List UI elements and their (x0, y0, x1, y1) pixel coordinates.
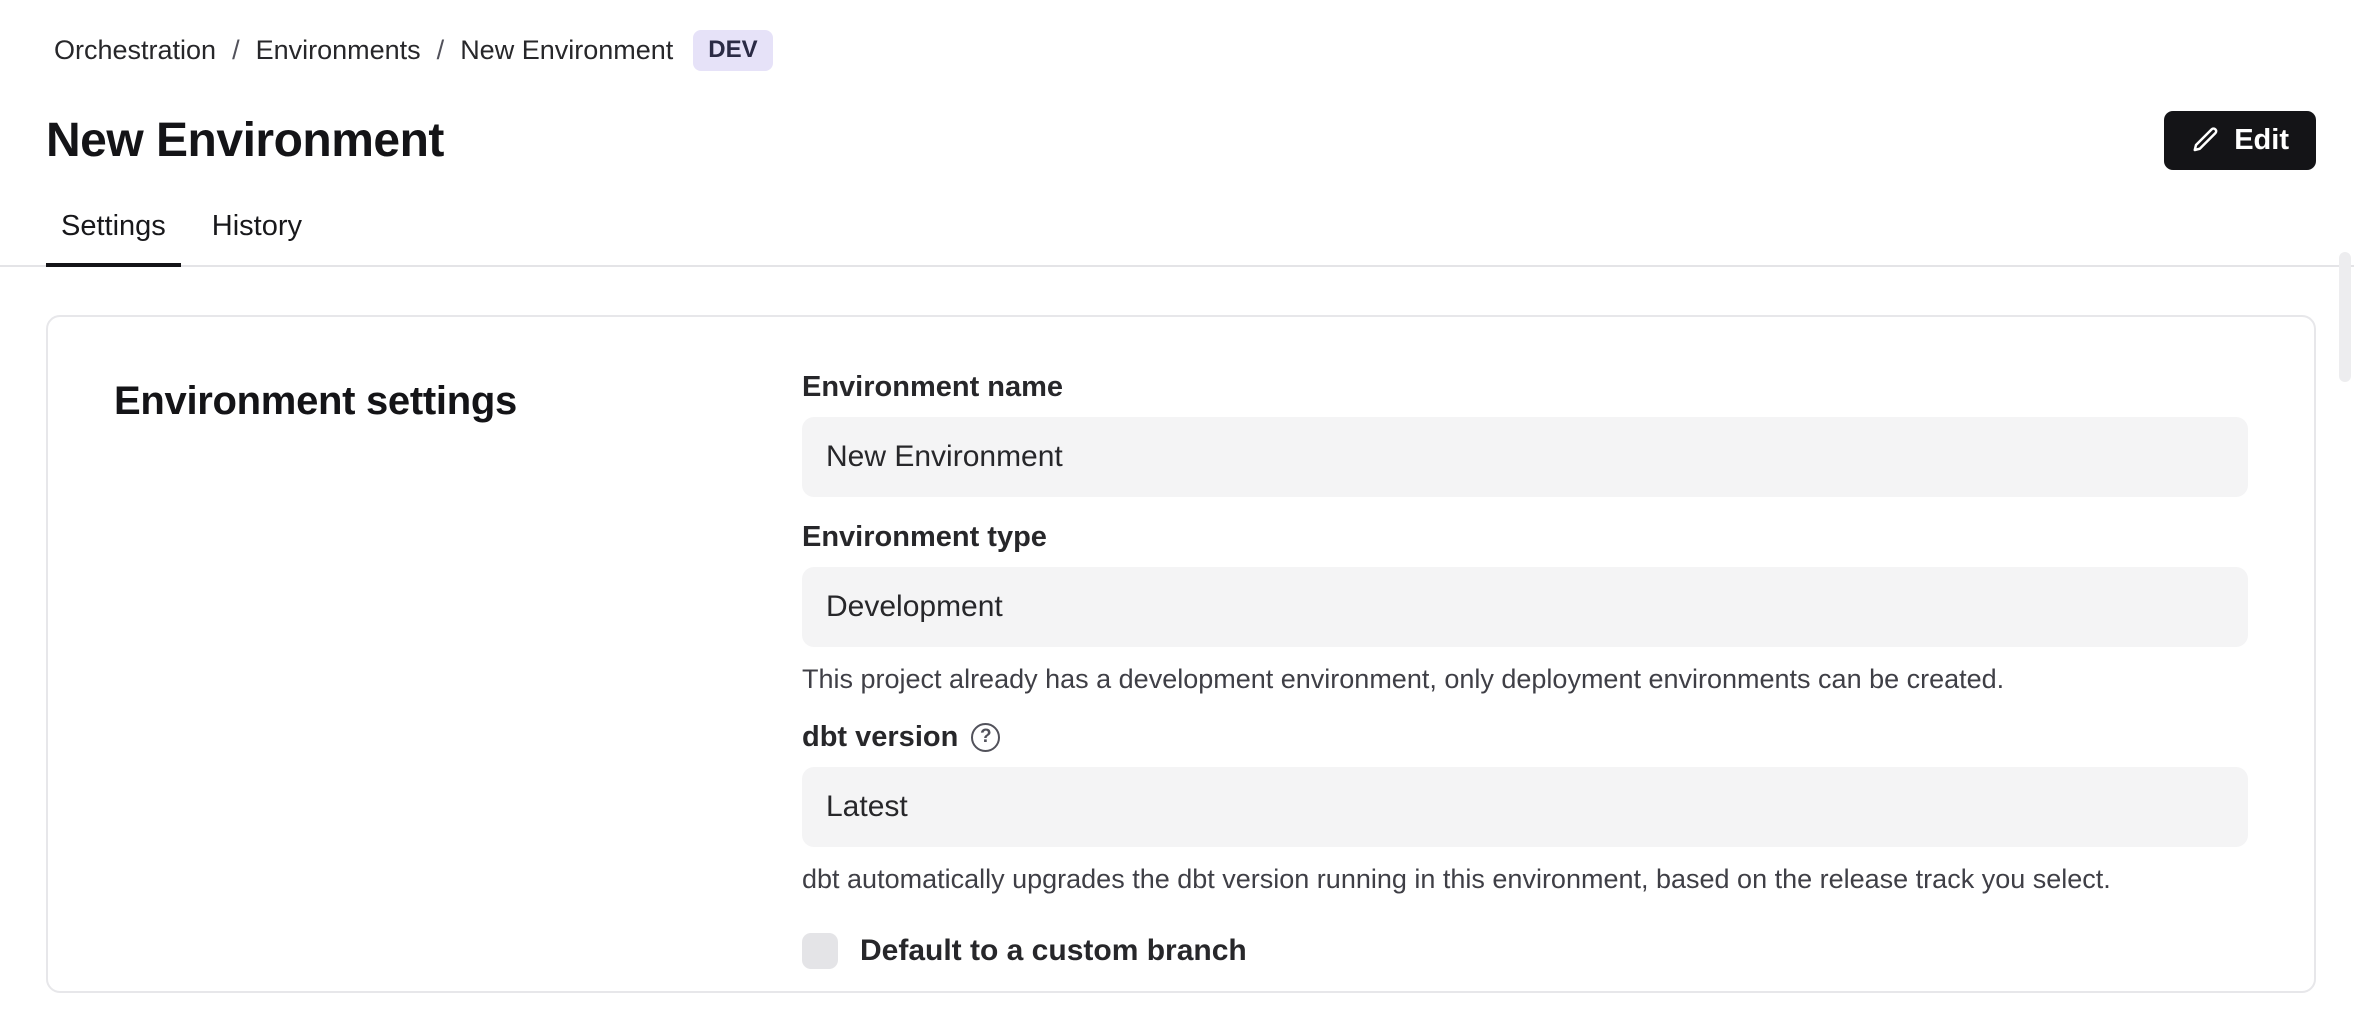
environment-settings-card: Environment settings Environment name Ne… (46, 315, 2316, 993)
environment-type-field: Environment type Development This projec… (802, 521, 2248, 697)
edit-button[interactable]: Edit (2164, 111, 2316, 170)
environment-type-label: Environment type (802, 521, 2248, 554)
environment-name-field: Environment name New Environment (802, 371, 2248, 497)
page-title: New Environment (46, 113, 444, 168)
help-icon[interactable]: ? (971, 723, 1000, 752)
environment-type-input[interactable]: Development (802, 567, 2248, 647)
environment-type-helper-text: This project already has a development e… (802, 662, 2248, 697)
edit-button-label: Edit (2234, 124, 2289, 157)
breadcrumb-separator: / (437, 35, 445, 66)
environment-name-input[interactable]: New Environment (802, 417, 2248, 497)
custom-branch-checkbox[interactable] (802, 933, 838, 969)
breadcrumb-current-page: New Environment (460, 35, 673, 66)
scrollbar-thumb[interactable] (2339, 252, 2351, 382)
environment-name-label-text: Environment name (802, 371, 1063, 404)
tab-bar-divider (0, 265, 2354, 267)
environment-dev-badge: DEV (693, 30, 772, 71)
breadcrumb-environments[interactable]: Environments (256, 35, 421, 66)
breadcrumb-separator: / (232, 35, 240, 66)
tab-bar: Settings History (46, 202, 2316, 267)
page-header: New Environment Edit (46, 111, 2316, 170)
dbt-version-field: dbt version ? Latest dbt automatically u… (802, 721, 2248, 897)
tab-settings[interactable]: Settings (46, 202, 181, 267)
environment-settings-form: Environment name New Environment Environ… (802, 371, 2248, 931)
environment-type-label-text: Environment type (802, 521, 1047, 554)
page: Orchestration / Environments / New Envir… (0, 0, 2354, 993)
breadcrumb: Orchestration / Environments / New Envir… (46, 30, 2316, 71)
card-left-column: Environment settings (114, 371, 802, 931)
pencil-icon (2191, 125, 2221, 155)
tab-history[interactable]: History (197, 202, 317, 267)
dbt-version-helper-text: dbt automatically upgrades the dbt versi… (802, 862, 2248, 897)
custom-branch-row: Default to a custom branch (802, 933, 2248, 969)
environment-name-label: Environment name (802, 371, 2248, 404)
dbt-version-input[interactable]: Latest (802, 767, 2248, 847)
dbt-version-label: dbt version ? (802, 721, 2248, 754)
section-title: Environment settings (114, 379, 802, 424)
dbt-version-label-text: dbt version (802, 721, 958, 754)
custom-branch-label: Default to a custom branch (860, 934, 1247, 968)
breadcrumb-orchestration[interactable]: Orchestration (54, 35, 216, 66)
